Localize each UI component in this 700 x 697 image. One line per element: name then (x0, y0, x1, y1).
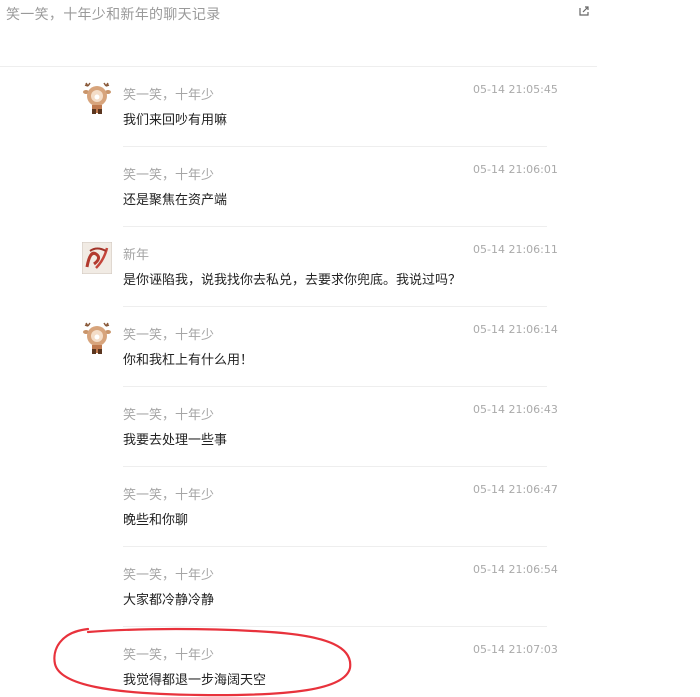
message-timestamp: 05-14 21:06:14 (473, 323, 558, 336)
message-text: 是你诬陷我，说我找你去私兑，去要求你兜底。我说过吗？ (123, 273, 462, 288)
message-text: 还是聚焦在资产端 (123, 193, 228, 208)
sender-name: 新年 (123, 248, 150, 263)
message-text: 晚些和你聊 (123, 513, 189, 528)
sender-name: 笑一笑，十年少 (123, 488, 215, 503)
message-text: 我觉得都退一步海阔天空 (123, 673, 267, 688)
message-timestamp: 05-14 21:06:11 (473, 243, 558, 256)
chat-message: 笑一笑，十年少 05-14 21:06:54 大家都冷静冷静 (0, 562, 560, 642)
message-timestamp: 05-14 21:07:03 (473, 643, 558, 656)
sender-name: 笑一笑，十年少 (123, 408, 215, 423)
message-divider (123, 306, 547, 307)
message-divider (123, 386, 547, 387)
chat-message: 新年 05-14 21:06:11 是你诬陷我，说我找你去私兑，去要求你兜底。我… (0, 242, 560, 322)
sender-name: 笑一笑，十年少 (123, 648, 215, 663)
message-timestamp: 05-14 21:06:43 (473, 403, 558, 416)
share-icon[interactable] (577, 4, 591, 18)
message-divider (123, 146, 547, 147)
page-title: 笑一笑，十年少和新年的聊天记录 (6, 7, 221, 23)
message-timestamp: 05-14 21:06:47 (473, 483, 558, 496)
sender-name: 笑一笑，十年少 (123, 168, 215, 183)
chat-message: 笑一笑，十年少 05-14 21:06:14 你和我杠上有什么用！ (0, 322, 560, 402)
message-text: 大家都冷静冷静 (123, 593, 215, 608)
sender-name: 笑一笑，十年少 (123, 328, 215, 343)
chat-message: 笑一笑，十年少 05-14 21:06:01 还是聚焦在资产端 (0, 162, 560, 242)
sender-name: 笑一笑，十年少 (123, 568, 215, 583)
message-timestamp: 05-14 21:05:45 (473, 83, 558, 96)
chat-history-page: 笑一笑，十年少和新年的聊天记录 笑一笑，十年少 05-14 21:05:45 我… (0, 0, 700, 697)
message-divider (123, 626, 547, 627)
deer-avatar-icon[interactable] (82, 322, 112, 354)
deer-avatar-icon[interactable] (82, 82, 112, 114)
chat-message: 笑一笑，十年少 05-14 21:06:43 我要去处理一些事 (0, 402, 560, 482)
chat-message: 笑一笑，十年少 05-14 21:06:47 晚些和你聊 (0, 482, 560, 562)
message-timestamp: 05-14 21:06:01 (473, 163, 558, 176)
sender-name: 笑一笑，十年少 (123, 88, 215, 103)
message-text: 我要去处理一些事 (123, 433, 228, 448)
calligraphy-avatar-icon[interactable] (82, 242, 112, 274)
message-divider (123, 226, 547, 227)
message-timestamp: 05-14 21:06:54 (473, 563, 558, 576)
message-text: 你和我杠上有什么用！ (123, 353, 254, 368)
header-divider (0, 66, 597, 67)
message-divider (123, 466, 547, 467)
message-divider (123, 546, 547, 547)
chat-message: 笑一笑，十年少 05-14 21:07:03 我觉得都退一步海阔天空 (0, 642, 560, 697)
message-text: 我们来回吵有用嘛 (123, 113, 228, 128)
chat-message: 笑一笑，十年少 05-14 21:05:45 我们来回吵有用嘛 (0, 82, 560, 162)
